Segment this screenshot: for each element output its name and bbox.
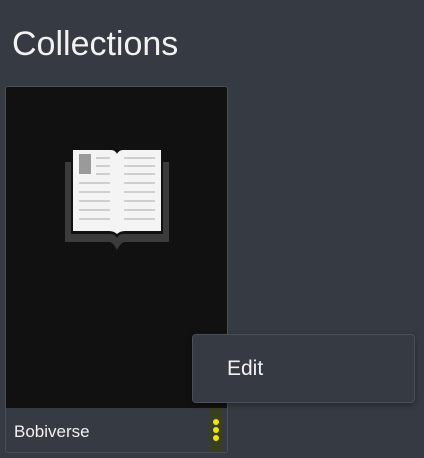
open-book-icon	[65, 150, 169, 250]
kebab-menu-icon[interactable]	[210, 408, 222, 452]
collection-name[interactable]: Bobiverse	[14, 422, 90, 442]
menu-dot	[213, 427, 219, 433]
menu-dot	[213, 435, 219, 441]
edit-menu-item-label: Edit	[227, 357, 264, 380]
page-title: Collections	[12, 25, 179, 63]
context-menu: Edit	[192, 334, 415, 403]
menu-dot	[213, 419, 219, 425]
collection-footer: Bobiverse	[6, 408, 227, 452]
edit-menu-item[interactable]: Edit	[193, 335, 414, 402]
